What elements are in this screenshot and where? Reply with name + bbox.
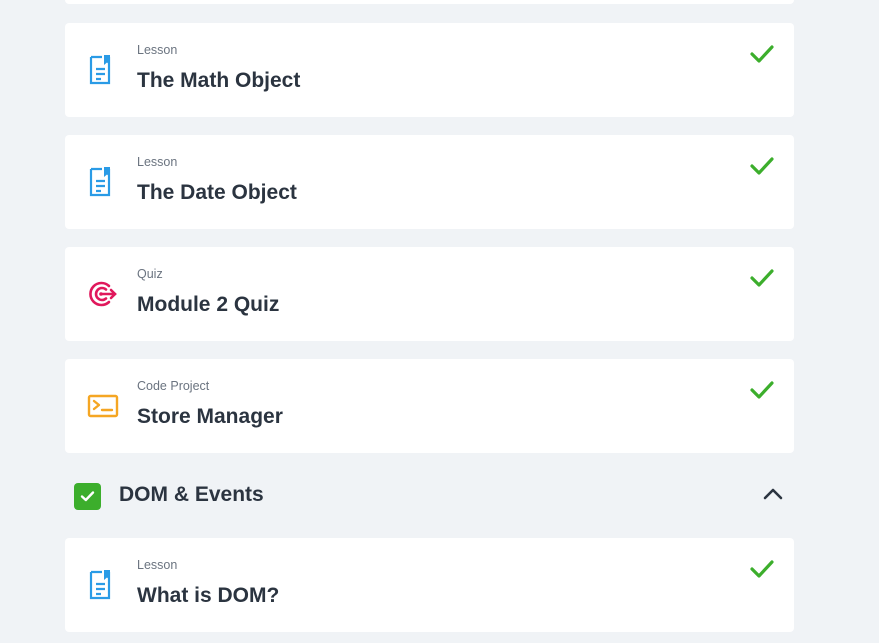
checkmark-icon — [750, 558, 774, 580]
item-kind-label: Lesson — [137, 558, 178, 572]
terminal-icon — [87, 390, 119, 422]
checkmark-icon — [750, 267, 774, 289]
target-icon — [87, 278, 117, 310]
item-title: Store Manager — [137, 405, 283, 428]
course-item-date-object[interactable]: Lesson The Date Object — [65, 135, 794, 229]
item-kind-label: Lesson — [137, 155, 178, 169]
course-item-what-is-dom[interactable]: Lesson What is DOM? — [65, 538, 794, 632]
item-title: The Date Object — [137, 181, 297, 204]
section-title: DOM & Events — [119, 483, 264, 506]
section-complete-badge — [74, 483, 101, 510]
document-icon — [87, 569, 115, 601]
chevron-up-icon[interactable] — [763, 487, 783, 506]
course-item-module-2-quiz[interactable]: Quiz Module 2 Quiz — [65, 247, 794, 341]
item-kind-label: Code Project — [137, 379, 210, 393]
checkmark-icon — [750, 43, 774, 65]
checkmark-icon — [750, 155, 774, 177]
item-title: The Math Object — [137, 69, 301, 92]
item-title: Module 2 Quiz — [137, 293, 280, 316]
course-item-math-object[interactable]: Lesson The Math Object — [65, 23, 794, 117]
item-kind-label: Lesson — [137, 43, 178, 57]
document-icon — [87, 54, 115, 86]
section-header-dom-events[interactable]: DOM & Events — [65, 473, 794, 517]
course-item-store-manager[interactable]: Code Project Store Manager — [65, 359, 794, 453]
item-kind-label: Quiz — [137, 267, 163, 281]
checkmark-icon — [750, 379, 774, 401]
document-icon — [87, 166, 115, 198]
item-title: What is DOM? — [137, 584, 280, 607]
previous-item-card[interactable] — [65, 0, 794, 4]
